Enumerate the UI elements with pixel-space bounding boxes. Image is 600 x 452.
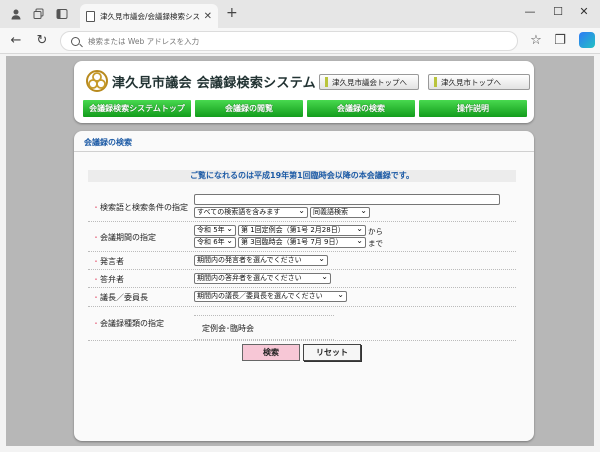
address-placeholder: 検索または Web アドレスを入力 <box>88 36 200 46</box>
keyword-row-label: ･検索語と検索条件の指定 <box>94 203 188 212</box>
close-icon[interactable]: ✕ <box>204 11 212 22</box>
city-top-link-label: 津久見市トップへ <box>441 77 501 87</box>
new-tab-icon[interactable]: + <box>226 5 238 21</box>
row-divider <box>88 269 516 270</box>
nav-system-top[interactable]: 会議録検索システムトップ <box>83 100 191 117</box>
workspaces-icon[interactable] <box>31 6 47 22</box>
reset-button[interactable]: リセット <box>303 344 361 361</box>
favorite-icon[interactable]: ☆ <box>528 33 544 48</box>
chair-select[interactable]: 期間内の議長／委員長を選んでください <box>194 291 347 302</box>
search-panel: 会議録の検索 ご覧になれるのは平成19年第1回臨時会以降の本会議録です。 ･検索… <box>74 131 534 441</box>
period-to-year-select[interactable]: 令和 6年 <box>194 237 236 248</box>
answerer-row-label: ･答弁者 <box>94 275 124 284</box>
row-divider <box>88 287 516 288</box>
period-from-year-select[interactable]: 令和 5年 <box>194 225 236 236</box>
section-divider <box>74 151 534 152</box>
window-close-icon[interactable]: ✕ <box>574 5 594 18</box>
keyword-input[interactable] <box>194 194 500 205</box>
section-title: 会議録の検索 <box>84 138 132 147</box>
minimize-icon[interactable]: — <box>520 5 540 18</box>
back-icon[interactable]: ← <box>8 33 24 48</box>
row-divider <box>88 340 516 341</box>
search-button[interactable]: 検索 <box>242 344 300 361</box>
period-to-suffix: まで <box>368 239 383 248</box>
nav-help[interactable]: 操作説明 <box>419 100 527 117</box>
tab-active[interactable]: 津久見市議会/会議録検索システム ✕ <box>80 4 218 28</box>
meeting-type-option[interactable]: 定例会･臨時会 <box>202 323 254 334</box>
search-icon <box>71 36 80 46</box>
address-input[interactable]: 検索または Web アドレスを入力 <box>60 31 518 51</box>
meeting-type-row-label: ･会議録種類の指定 <box>94 319 164 328</box>
site-title: 津久見市議会 会議録検索システム <box>112 76 316 91</box>
maximize-icon[interactable]: ☐ <box>548 5 568 18</box>
period-to-session-select[interactable]: 第 3回臨時会（第1号 7月 9日） <box>238 237 366 248</box>
page-icon <box>86 10 95 22</box>
browser-tab-bar: 津久見市議会/会議録検索システム ✕ + — ☐ ✕ <box>0 0 600 28</box>
link-bar-icon <box>434 77 437 87</box>
period-row-label: ･会議期間の指定 <box>94 233 156 242</box>
tab-actions-icon[interactable] <box>54 6 70 22</box>
council-top-link[interactable]: 津久見市議会トップへ <box>319 74 419 90</box>
city-emblem-icon <box>86 70 108 92</box>
row-divider <box>88 251 516 252</box>
period-from-suffix: から <box>368 227 383 236</box>
row-divider <box>88 306 516 307</box>
chair-row-label: ･議長／委員長 <box>94 293 148 302</box>
copilot-icon[interactable] <box>579 32 595 48</box>
address-bar: ← ↻ 検索または Web アドレスを入力 ☆ ❐ <box>0 28 600 54</box>
speaker-row-label: ･発言者 <box>94 257 124 266</box>
profile-icon[interactable] <box>8 6 24 22</box>
meeting-type-box: 定例会･臨時会 <box>194 315 334 340</box>
speaker-select[interactable]: 期間内の発言者を選んでください <box>194 255 328 266</box>
answerer-select[interactable]: 期間内の答弁者を選んでください <box>194 273 331 284</box>
page-viewport: 津久見市議会 会議録検索システム 津久見市議会トップへ 津久見市トップへ 会議録… <box>6 56 594 446</box>
collections-icon[interactable]: ❐ <box>552 33 568 48</box>
availability-notice: ご覧になれるのは平成19年第1回臨時会以降の本会議録です。 <box>88 170 516 182</box>
city-top-link[interactable]: 津久見市トップへ <box>428 74 530 90</box>
nav-minutes-browse[interactable]: 会議録の閲覧 <box>195 100 303 117</box>
tab-title: 津久見市議会/会議録検索システム <box>100 11 200 21</box>
search-mode-select[interactable]: 同義語検索 <box>310 207 370 218</box>
period-from-session-select[interactable]: 第 1回定例会（第1号 2月28日） <box>238 225 366 236</box>
nav-minutes-search[interactable]: 会議録の検索 <box>307 100 415 117</box>
council-top-link-label: 津久見市議会トップへ <box>332 77 407 87</box>
link-bar-icon <box>325 77 328 87</box>
row-divider <box>88 221 516 222</box>
refresh-icon[interactable]: ↻ <box>34 33 50 48</box>
header-panel: 津久見市議会 会議録検索システム 津久見市議会トップへ 津久見市トップへ 会議録… <box>74 61 534 123</box>
condition-select[interactable]: すべての検索語を含みます <box>194 207 308 218</box>
